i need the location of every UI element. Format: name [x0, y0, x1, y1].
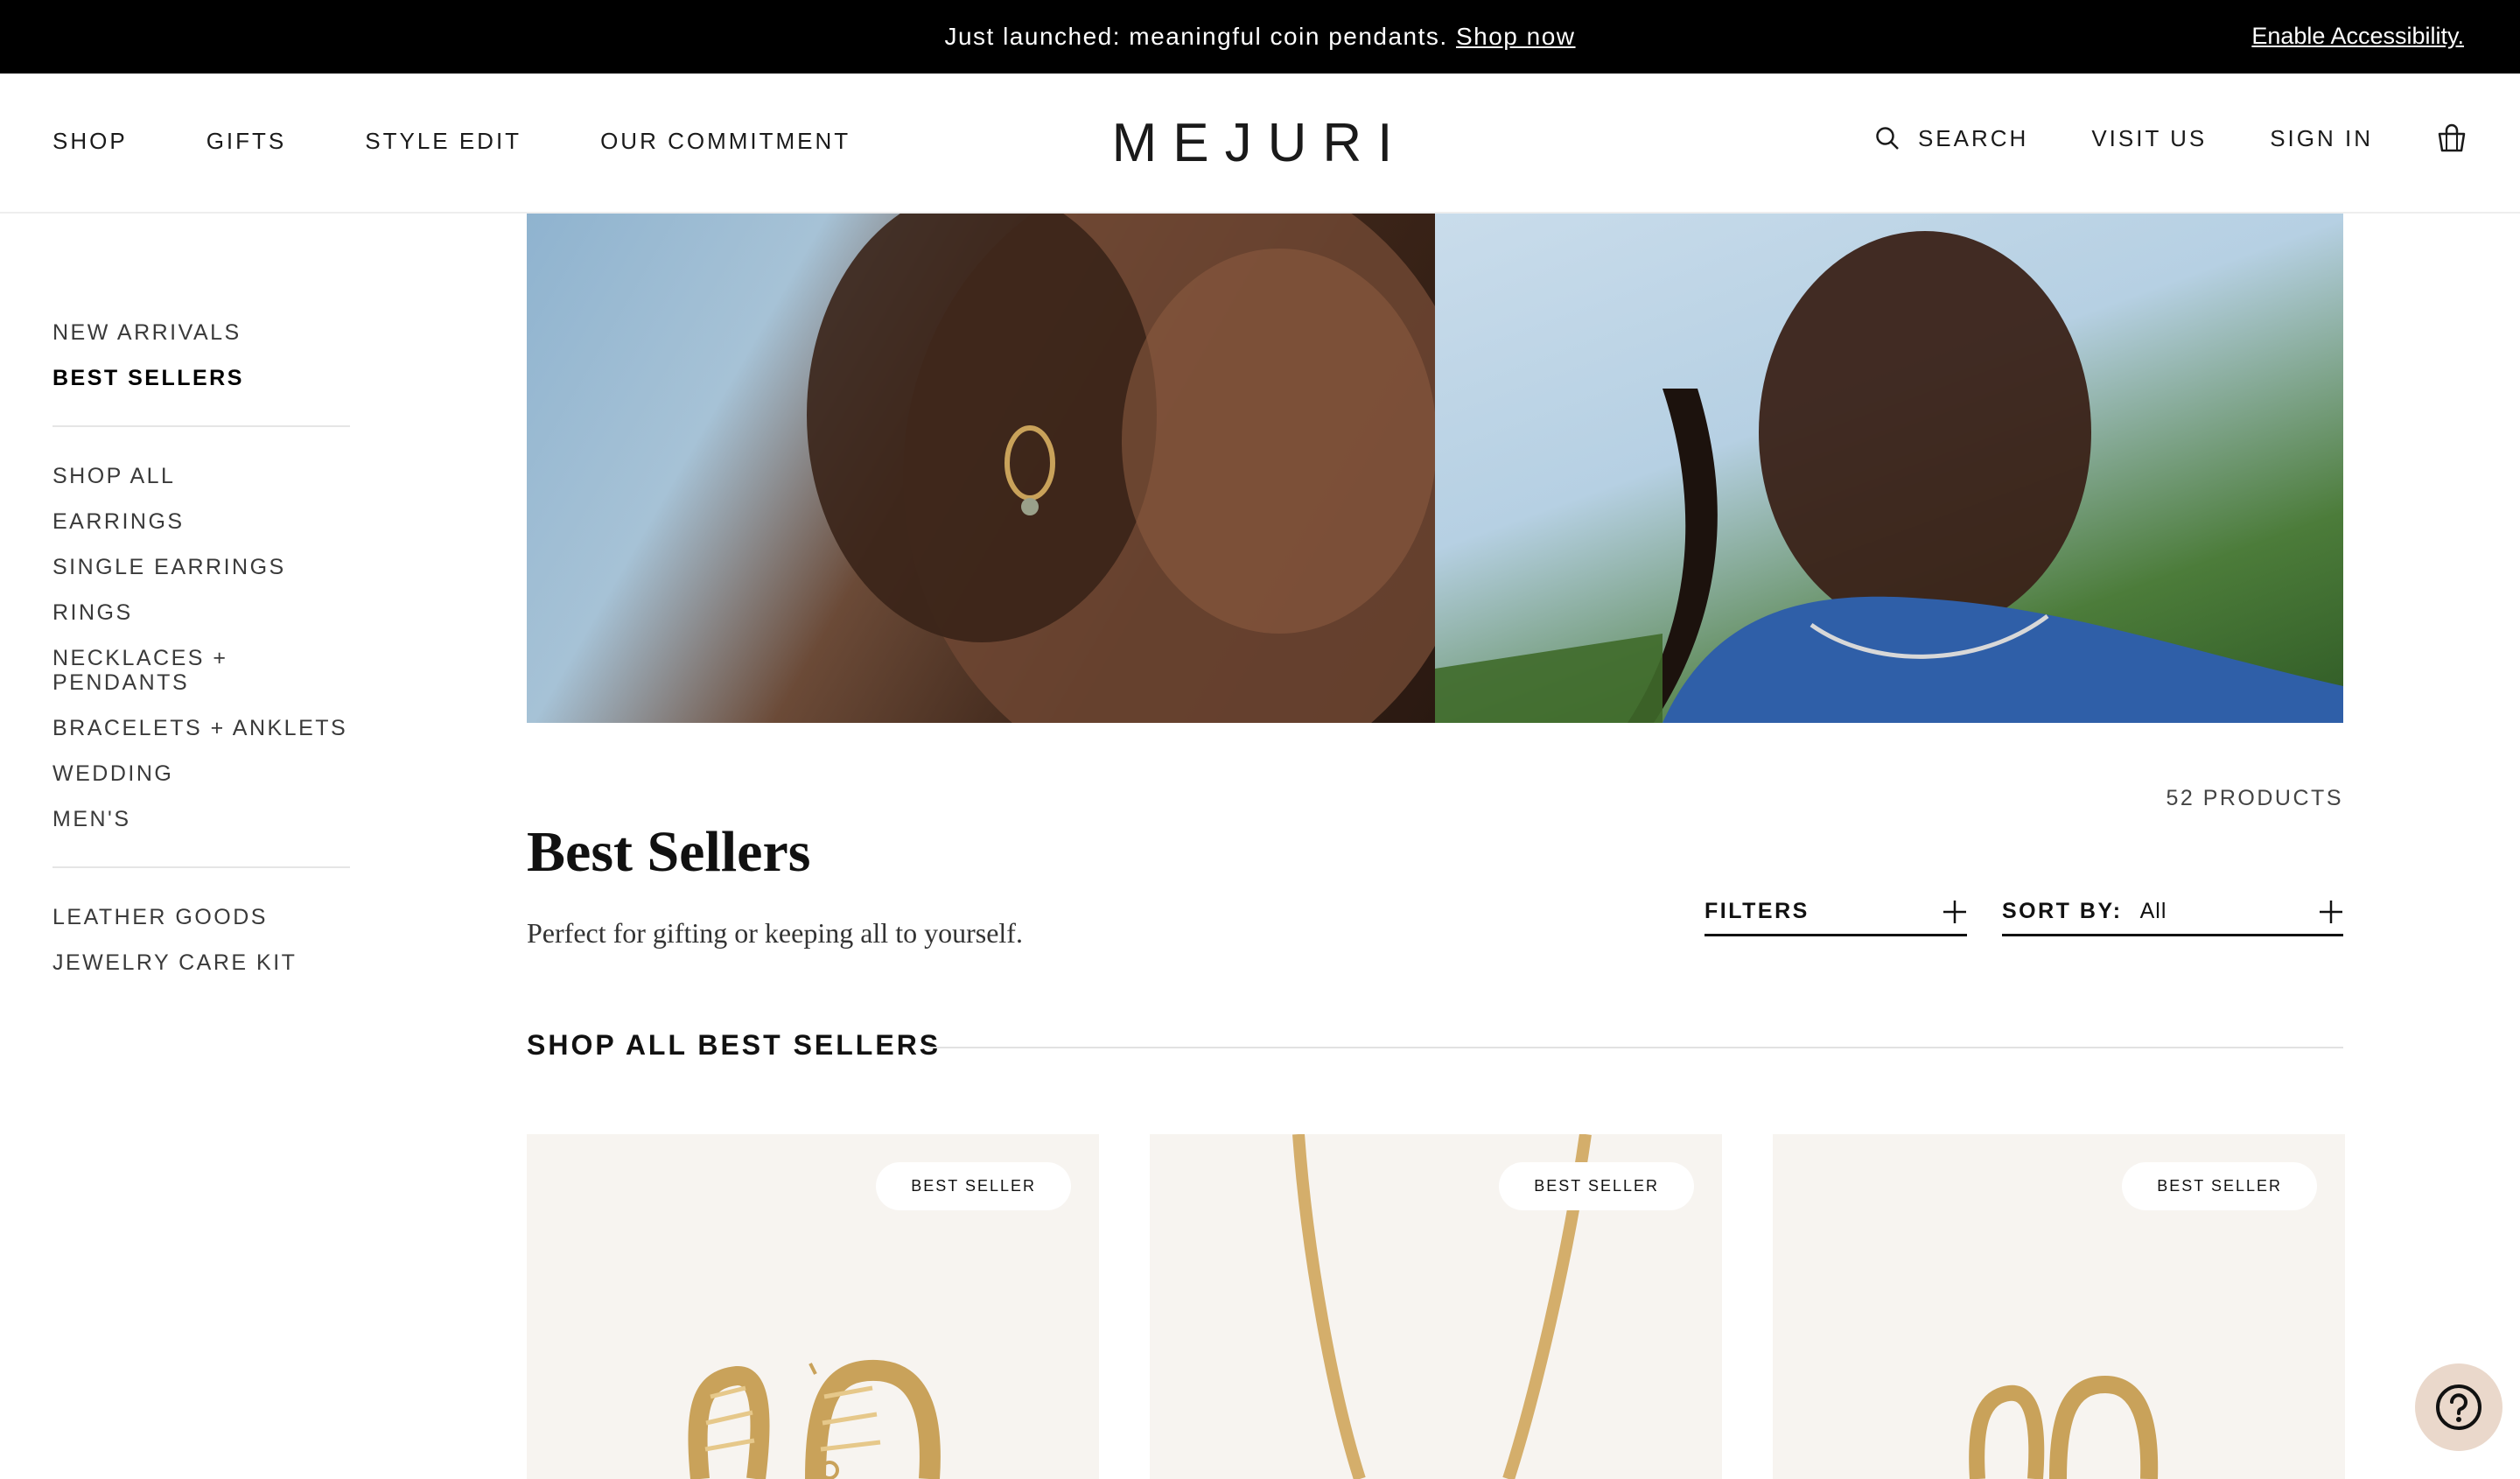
best-seller-badge: BEST SELLER [2122, 1162, 2317, 1210]
search-icon [1874, 125, 1900, 151]
search-button[interactable]: SEARCH [1874, 125, 2028, 152]
sidebar-item-wedding[interactable]: WEDDING [52, 761, 350, 786]
product-card[interactable]: BEST SELLER [1150, 1134, 1722, 1479]
sidebar-item-shop-all[interactable]: SHOP ALL [52, 464, 350, 488]
section-heading: SHOP ALL BEST SELLERS [527, 1029, 942, 1061]
product-card[interactable]: BEST SELLER [1773, 1134, 2345, 1479]
search-label: SEARCH [1917, 124, 2029, 151]
sign-in-link[interactable]: SIGN IN [2270, 125, 2373, 152]
sidebar-item-leather-goods[interactable]: LEATHER GOODS [52, 905, 350, 929]
page-title: Best Sellers [527, 820, 811, 884]
sidebar-item-best-sellers[interactable]: BEST SELLERS [52, 366, 350, 390]
category-sidebar: NEW ARRIVALS BEST SELLERS SHOP ALL EARRI… [52, 320, 350, 975]
sidebar-item-new-arrivals[interactable]: NEW ARRIVALS [52, 320, 350, 345]
sidebar-item-mens[interactable]: MEN'S [52, 807, 350, 831]
announcement-text: Just launched: meaningful coin pendants. [944, 23, 1448, 50]
sidebar-item-jewelry-care-kit[interactable]: JEWELRY CARE KIT [52, 950, 350, 975]
announcement-message: Just launched: meaningful coin pendants.… [0, 23, 2520, 51]
product-card[interactable]: BEST SELLER [527, 1134, 1099, 1479]
help-button[interactable] [2415, 1363, 2502, 1451]
sort-dropdown[interactable]: SORT BY: All [2002, 889, 2343, 936]
sort-label: SORT BY: [2002, 899, 2123, 923]
sidebar-divider [52, 425, 350, 427]
visit-us-link[interactable]: VISIT US [2091, 125, 2207, 152]
sidebar-divider [52, 866, 350, 868]
sort-value: All [2139, 899, 2167, 923]
hero-image-left [527, 214, 1435, 723]
sort-text: SORT BY: All [2002, 899, 2166, 924]
hero-banner [527, 214, 2343, 723]
best-seller-badge: BEST SELLER [876, 1162, 1071, 1210]
announcement-bar: Just launched: meaningful coin pendants.… [0, 0, 2520, 74]
sidebar-item-bracelets[interactable]: BRACELETS + ANKLETS [52, 716, 350, 740]
utility-nav: SEARCH VISIT US SIGN IN [1874, 123, 2468, 154]
help-icon [2434, 1383, 2483, 1432]
filters-label: FILTERS [1704, 899, 1810, 923]
sidebar-group-featured: NEW ARRIVALS BEST SELLERS [52, 320, 350, 390]
sidebar-item-earrings[interactable]: EARRINGS [52, 509, 350, 534]
sidebar-group-categories: SHOP ALL EARRINGS SINGLE EARRINGS RINGS … [52, 464, 350, 831]
shop-now-link[interactable]: Shop now [1456, 23, 1576, 50]
product-count: 52 PRODUCTS [2166, 786, 2343, 810]
sidebar-item-rings[interactable]: RINGS [52, 600, 350, 625]
sidebar-group-other: LEATHER GOODS JEWELRY CARE KIT [52, 905, 350, 975]
filters-dropdown[interactable]: FILTERS [1704, 889, 1967, 936]
plus-icon [1942, 900, 1967, 924]
best-seller-badge: BEST SELLER [1499, 1162, 1694, 1210]
plus-icon [2319, 900, 2343, 924]
hero-image-right [1435, 214, 2343, 723]
enable-accessibility-link[interactable]: Enable Accessibility. [2251, 23, 2464, 50]
page-subtitle: Perfect for gifting or keeping all to yo… [527, 917, 1023, 949]
sidebar-item-necklaces[interactable]: NECKLACES + PENDANTS [52, 646, 350, 695]
shopping-bag-icon[interactable] [2436, 123, 2468, 154]
sidebar-item-single-earrings[interactable]: SINGLE EARRINGS [52, 555, 350, 579]
site-header: SHOP GIFTS STYLE EDIT OUR COMMITMENT MEJ… [0, 74, 2520, 214]
section-divider [929, 1047, 2343, 1048]
